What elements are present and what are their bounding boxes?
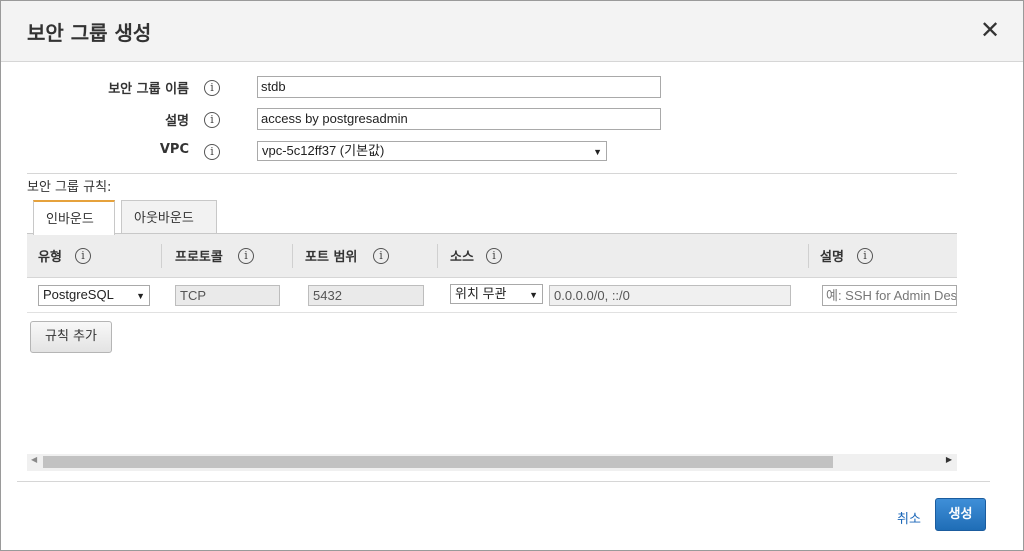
description-label: 설명 <box>165 114 189 129</box>
source-cidr-input[interactable]: 0.0.0.0/0, ::/0 <box>549 285 791 306</box>
source-select-value: 위치 무관 <box>455 286 507 301</box>
table-header: 유형 i 프로토콜 i 포트 범위 i 소스 i 설명 i <box>27 234 957 278</box>
column-header-source: 소스 <box>450 250 474 265</box>
scroll-right-icon[interactable]: ▶ <box>946 455 952 464</box>
column-header-description: 설명 <box>820 250 844 265</box>
info-icon[interactable]: i <box>204 144 220 160</box>
create-security-group-dialog: 보안 그룹 생성 ✕ 보안 그룹 이름 i stdb 설명 i access b… <box>0 0 1024 551</box>
tab-inbound[interactable]: 인바운드 <box>33 200 115 235</box>
info-icon[interactable]: i <box>75 248 91 264</box>
rules-section-label: 보안 그룹 규칙: <box>27 180 112 195</box>
source-select[interactable]: 위치 무관 ▼ <box>450 284 543 304</box>
column-header-port-range: 포트 범위 <box>305 250 358 265</box>
protocol-field: TCP <box>175 285 280 306</box>
description-input[interactable]: access by postgresadmin <box>257 108 661 130</box>
info-icon[interactable]: i <box>204 80 220 96</box>
row-divider <box>27 312 957 313</box>
info-icon[interactable]: i <box>857 248 873 264</box>
footer-divider <box>17 481 990 482</box>
info-icon[interactable]: i <box>486 248 502 264</box>
column-divider <box>808 244 809 268</box>
column-divider <box>437 244 438 268</box>
vpc-label: VPC <box>159 142 189 157</box>
dialog-title: 보안 그룹 생성 <box>27 21 152 45</box>
column-header-type: 유형 <box>38 250 62 265</box>
column-divider <box>161 244 162 268</box>
vpc-select[interactable]: vpc-5c12ff37 (기본값) ▼ <box>257 141 607 161</box>
scrollbar-thumb[interactable] <box>43 456 833 468</box>
create-button[interactable]: 생성 <box>935 498 986 531</box>
scroll-left-icon[interactable]: ◀ <box>31 455 37 464</box>
rules-table: 유형 i 프로토콜 i 포트 범위 i 소스 i 설명 i PostgreSQL… <box>27 233 957 313</box>
cancel-link[interactable]: 취소 <box>897 508 921 527</box>
dropdown-arrow-icon: ▼ <box>136 291 145 301</box>
rule-type-select[interactable]: PostgreSQL ▼ <box>38 285 150 306</box>
rule-description-input[interactable]: 예: SSH for Admin Desktop <box>822 285 957 306</box>
security-group-name-input[interactable]: stdb <box>257 76 661 98</box>
tab-outbound[interactable]: 아웃바운드 <box>121 200 217 234</box>
dropdown-arrow-icon: ▼ <box>529 290 538 300</box>
vpc-select-value: vpc-5c12ff37 (기본값) <box>262 143 385 158</box>
horizontal-scrollbar[interactable]: ◀ ▶ <box>27 454 957 471</box>
info-icon[interactable]: i <box>204 112 220 128</box>
port-range-field: 5432 <box>308 285 424 306</box>
section-divider <box>27 173 957 174</box>
rule-type-value: PostgreSQL <box>43 287 114 302</box>
column-header-protocol: 프로토콜 <box>175 250 223 265</box>
info-icon[interactable]: i <box>373 248 389 264</box>
dropdown-arrow-icon: ▼ <box>593 147 602 157</box>
dialog-header: 보안 그룹 생성 ✕ <box>1 1 1023 62</box>
info-icon[interactable]: i <box>238 248 254 264</box>
close-icon[interactable]: ✕ <box>979 18 1001 42</box>
name-label: 보안 그룹 이름 <box>108 82 189 97</box>
column-divider <box>292 244 293 268</box>
add-rule-button[interactable]: 규칙 추가 <box>30 321 112 353</box>
